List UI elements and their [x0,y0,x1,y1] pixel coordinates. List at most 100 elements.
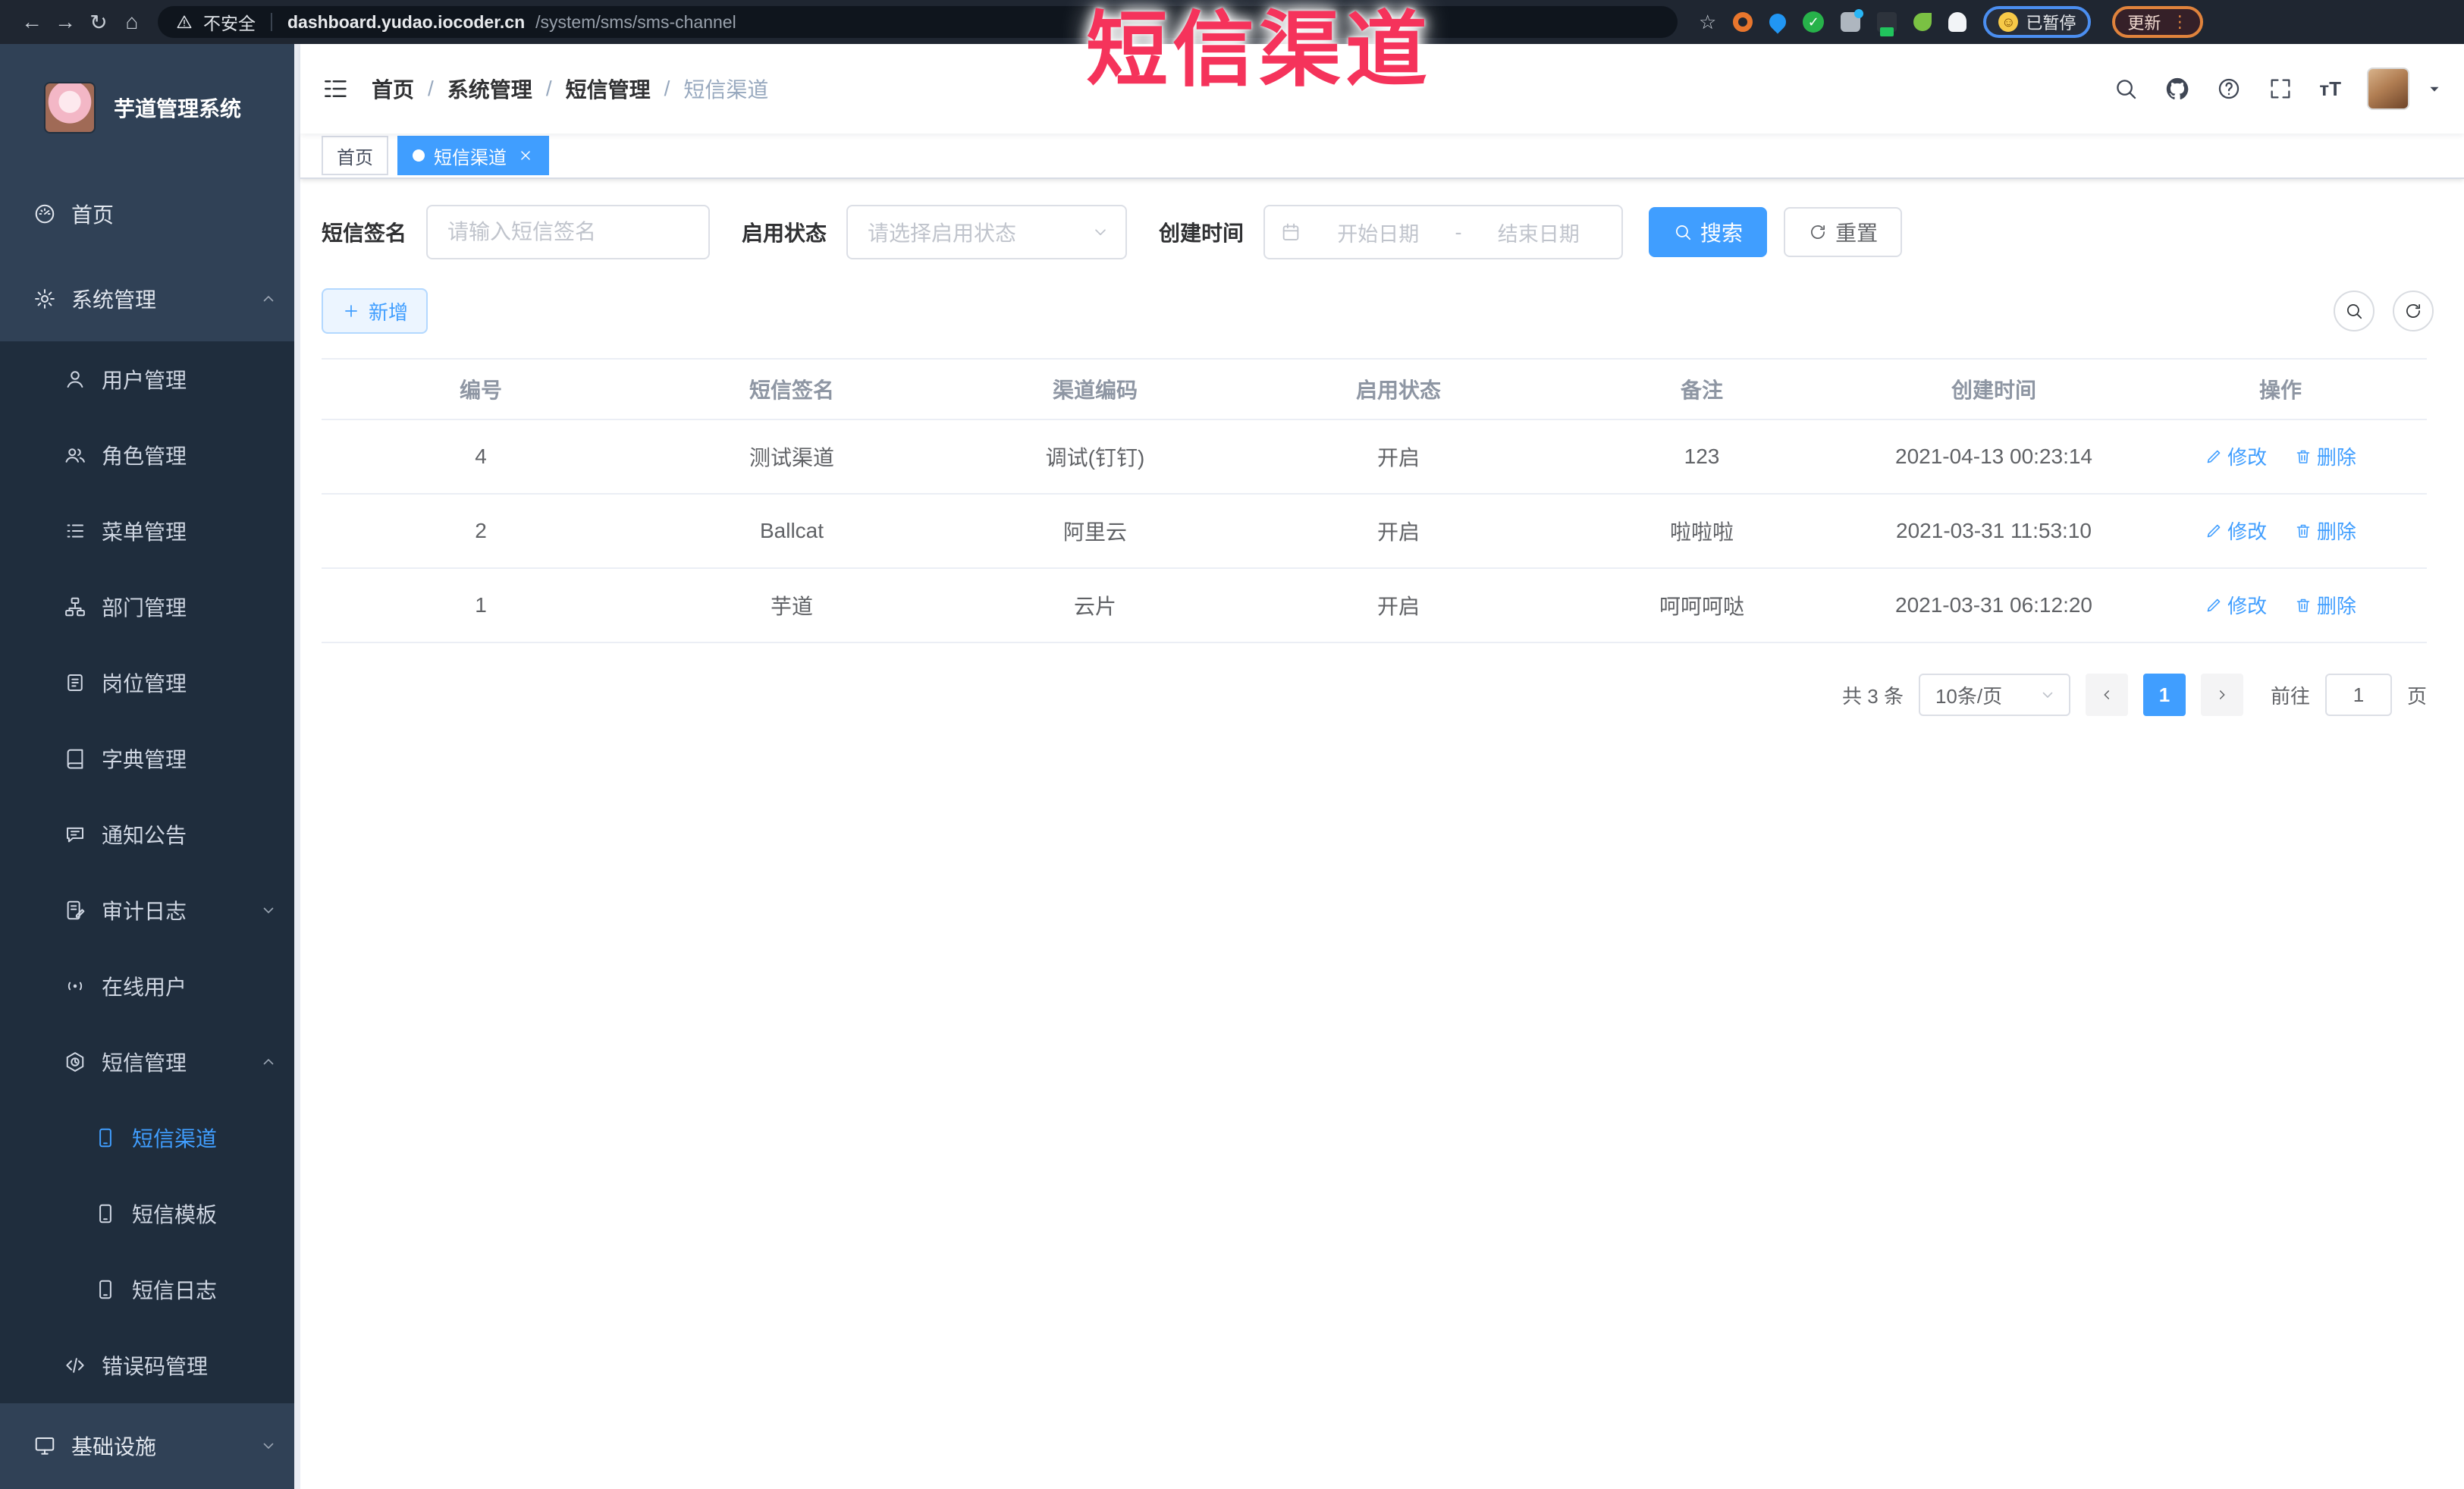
toggle-search-button[interactable] [2334,291,2375,331]
page-size-select[interactable]: 10条/页 [1918,674,2070,716]
sidebar-item[interactable]: 短信日志 [0,1252,300,1327]
extension-icon[interactable] [1841,9,1864,32]
sidebar-item[interactable]: 系统管理 [0,256,300,341]
prev-page-button[interactable] [2085,674,2128,716]
chevron-down-icon[interactable] [2426,80,2443,97]
search-icon [1673,222,1693,242]
sidebar-item[interactable]: 首页 [0,171,300,256]
browser-forward-icon[interactable] [49,10,82,34]
browser-home-icon[interactable] [115,10,149,34]
cell-id: 1 [322,568,640,643]
create-time-label: 创建时间 [1159,221,1245,245]
browser-back-icon[interactable] [15,10,49,34]
bookmark-star-icon[interactable] [1699,11,1716,34]
fullscreen-icon[interactable] [2268,76,2293,102]
breadcrumb-separator: / [664,77,670,100]
hamburger-icon[interactable] [322,75,349,102]
sidebar-item[interactable]: 用户管理 [0,341,300,417]
chevron-icon [259,1053,278,1071]
extension-icon[interactable] [1733,12,1753,32]
breadcrumb-item[interactable]: 首页 [372,74,414,104]
sidebar-item[interactable]: 错误码管理 [0,1327,300,1403]
sidebar-item[interactable]: 短信模板 [0,1176,300,1252]
sidebar-item[interactable]: 菜单管理 [0,493,300,569]
sidebar-item[interactable]: 审计日志 [0,872,300,948]
github-icon[interactable] [2164,76,2190,102]
browser-menu-icon[interactable] [2171,12,2188,32]
goto-page-input[interactable] [2324,674,2392,716]
next-page-button[interactable] [2200,674,2243,716]
sidebar-item[interactable]: 短信渠道 [0,1100,300,1176]
breadcrumb: 首页 / 系统管理 / 短信管理 / 短信渠道 [372,74,768,104]
sidebar-item[interactable]: 基础设施 [0,1403,300,1488]
extension-icon[interactable] [1913,13,1932,31]
chevron-right-icon [2214,686,2230,703]
avatar[interactable] [2367,68,2409,110]
total-count: 共 3 条 [1842,684,1904,708]
signature-input[interactable] [426,205,711,259]
pagination: 共 3 条 10条/页 1 前往 页 [322,674,2427,716]
chevron-left-icon [2098,686,2115,703]
refresh-table-button[interactable] [2393,291,2434,331]
sidebar-item[interactable]: 角色管理 [0,417,300,493]
sidebar-scrollbar[interactable] [294,44,300,1489]
sidebar-item[interactable]: 部门管理 [0,569,300,645]
cell-status: 开启 [1247,419,1550,495]
logo-image [44,82,96,134]
sidebar-item[interactable]: 通知公告 [0,796,300,872]
edit-icon [2205,522,2223,540]
delete-link[interactable]: 删除 [2294,517,2356,545]
edit-link[interactable]: 修改 [2205,517,2267,545]
add-button[interactable]: 新增 [322,288,428,334]
tabs-bar: 首页 短信渠道 [300,134,2464,179]
cell-code: 调试(钉钉) [943,419,1247,495]
trash-icon [2294,596,2312,614]
paused-extension-badge[interactable]: 已暂停 [1983,6,2092,38]
chevron-icon [259,901,278,919]
reset-button[interactable]: 重置 [1784,207,1903,257]
search-button[interactable]: 搜索 [1649,207,1768,257]
font-size-icon[interactable] [2319,77,2341,101]
edit-link[interactable]: 修改 [2205,442,2267,470]
page-number-button[interactable]: 1 [2142,674,2186,716]
tab[interactable]: 短信渠道 [397,136,549,175]
sidebar-item[interactable]: 岗位管理 [0,645,300,721]
date-range-picker[interactable]: 开始日期 - 结束日期 [1263,205,1624,259]
sidebar-item[interactable]: 在线用户 [0,948,300,1024]
sidebar-item-label: 岗位管理 [102,672,187,696]
status-select[interactable]: 请选择启用状态 [846,205,1128,259]
table-row: 2 Ballcat 阿里云 开启 啦啦啦 2021-03-31 11:53:10… [322,494,2427,569]
page-unit-label: 页 [2406,684,2427,708]
extension-icon[interactable] [1948,12,1967,32]
sidebar-item-icon [33,287,56,310]
extension-icon[interactable] [1877,12,1897,36]
sidebar-item-icon [64,444,86,466]
search-icon[interactable] [2113,76,2139,102]
column-header: 启用状态 [1247,359,1550,420]
sidebar-item[interactable]: 字典管理 [0,721,300,796]
edit-icon [2205,596,2223,614]
breadcrumb-item[interactable]: 系统管理 [447,74,532,104]
cell-created: 2021-04-13 00:23:14 [1853,419,2134,495]
delete-link[interactable]: 删除 [2294,442,2356,470]
breadcrumb-item[interactable]: 短信管理 [566,74,651,104]
browser-toolbar: 不安全 dashboard.yudao.iocoder.cn /system/s… [0,0,2464,44]
sidebar-item-icon [64,747,86,770]
cell-created: 2021-03-31 06:12:20 [1853,568,2134,643]
extension-icon[interactable] [1766,10,1790,34]
tab-label: 短信渠道 [434,147,507,168]
breadcrumb-current: 短信渠道 [683,78,769,102]
browser-reload-icon[interactable] [82,10,115,35]
tab[interactable]: 首页 [322,136,388,175]
filter-form: 短信签名 启用状态 请选择启用状态 创建时间 开始日期 - 结束日期 [322,205,2443,259]
help-icon[interactable] [2216,76,2242,102]
delete-link[interactable]: 删除 [2294,591,2356,619]
warning-icon [176,14,193,30]
edit-link[interactable]: 修改 [2205,591,2267,619]
address-bar[interactable]: 不安全 dashboard.yudao.iocoder.cn /system/s… [158,6,1678,38]
sidebar-item[interactable]: 短信管理 [0,1024,300,1100]
app-logo-row[interactable]: 芋道管理系统 [0,44,300,171]
close-icon[interactable] [517,147,534,164]
extension-icon[interactable] [1803,11,1825,33]
browser-update-button[interactable]: 更新 [2112,6,2204,38]
